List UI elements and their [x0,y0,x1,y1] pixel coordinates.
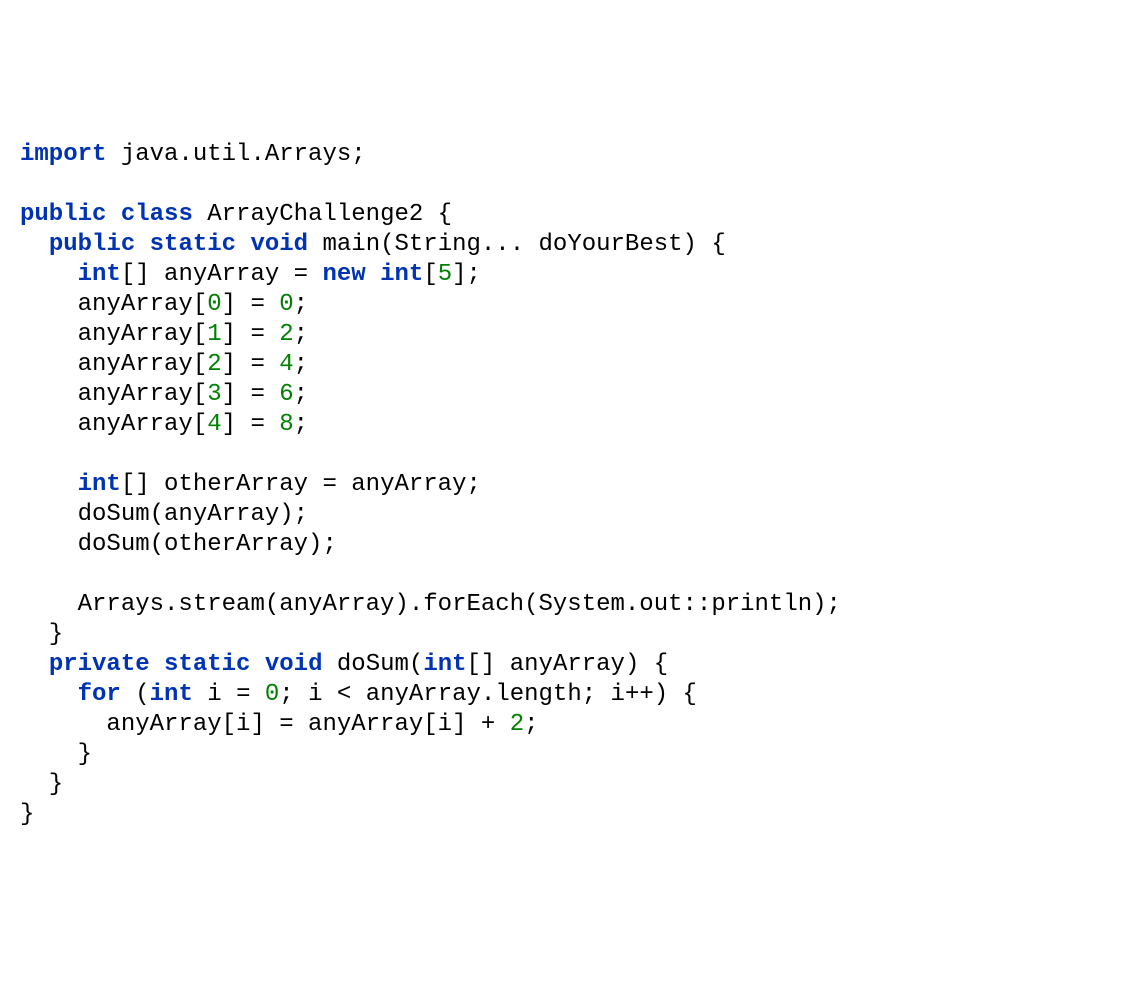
indent [20,471,78,498]
code-text: } [20,621,63,648]
code-text: } [20,801,34,828]
number-literal: 0 [265,681,279,708]
type-int: int [423,651,466,678]
type-int: int [78,261,121,288]
keyword-private: private [49,651,150,678]
indent [20,231,49,258]
keyword-public: public [49,231,135,258]
code-line: anyArray[4] = 8; [20,411,308,438]
number-literal: 2 [207,351,221,378]
code-text: ] = [222,381,280,408]
code-text: } [20,771,63,798]
code-text: ] = [222,411,280,438]
code-text: ArrayChallenge2 { [193,201,452,228]
code-line: anyArray[2] = 4; [20,351,308,378]
number-literal: 6 [279,381,293,408]
keyword-new: new [322,261,365,288]
code-text: ] = [222,291,280,318]
code-text: ; i < anyArray.length; i++) { [279,681,697,708]
code-line: doSum(anyArray); [20,501,308,528]
code-line: for (int i = 0; i < anyArray.length; i++… [20,681,697,708]
code-text: } [20,741,92,768]
keyword-void: void [250,231,308,258]
code-line: int[] otherArray = anyArray; [20,471,481,498]
code-text: ; [524,711,538,738]
code-text: ; [294,291,308,318]
code-text [366,261,380,288]
code-line: } [20,801,34,828]
indent [20,651,49,678]
number-literal: 8 [279,411,293,438]
code-text: anyArray[ [20,351,207,378]
code-line: private static void doSum(int[] anyArray… [20,651,668,678]
keyword-static: static [150,231,236,258]
code-text: doSum(anyArray); [20,501,308,528]
code-line: } [20,771,63,798]
indent [20,261,78,288]
code-line: Arrays.stream(anyArray).forEach(System.o… [20,591,841,618]
code-line: doSum(otherArray); [20,531,337,558]
code-text: anyArray[i] = anyArray[i] + [20,711,510,738]
code-text: ] = [222,321,280,348]
indent [20,681,78,708]
code-text: ; [294,411,308,438]
number-literal: 2 [510,711,524,738]
keyword-class: class [121,201,193,228]
code-line: anyArray[3] = 6; [20,381,308,408]
number-literal: 1 [207,321,221,348]
number-literal: 0 [207,291,221,318]
type-int: int [78,471,121,498]
code-text: [ [423,261,437,288]
code-text: [] otherArray = anyArray; [121,471,481,498]
number-literal: 5 [438,261,452,288]
code-line: anyArray[1] = 2; [20,321,308,348]
keyword-import: import [20,141,106,168]
type-int: int [150,681,193,708]
code-line: public static void main(String... doYour… [20,231,726,258]
type-int: int [380,261,423,288]
code-text: [] anyArray) { [467,651,669,678]
number-literal: 3 [207,381,221,408]
number-literal: 0 [279,291,293,318]
number-literal: 4 [279,351,293,378]
code-text: anyArray[ [20,381,207,408]
code-text: ] = [222,351,280,378]
code-text: anyArray[ [20,411,207,438]
code-text: ; [294,321,308,348]
number-literal: 2 [279,321,293,348]
code-text: doSum(otherArray); [20,531,337,558]
code-line: int[] anyArray = new int[5]; [20,261,481,288]
code-text: doSum( [322,651,423,678]
code-text: ; [294,351,308,378]
number-literal: 4 [207,411,221,438]
keyword-public: public [20,201,106,228]
code-line: anyArray[i] = anyArray[i] + 2; [20,711,539,738]
code-line: anyArray[0] = 0; [20,291,308,318]
code-text: java.util.Arrays; [106,141,365,168]
code-text: anyArray[ [20,321,207,348]
code-text: ]; [452,261,481,288]
code-line: import java.util.Arrays; [20,141,366,168]
keyword-void: void [265,651,323,678]
keyword-static: static [164,651,250,678]
code-text: main(String... doYourBest) { [308,231,726,258]
code-text: [] anyArray = [121,261,323,288]
code-line: } [20,621,63,648]
code-text: ( [121,681,150,708]
code-text: ; [294,381,308,408]
code-line: public class ArrayChallenge2 { [20,201,452,228]
code-block: import java.util.Arrays; public class Ar… [20,140,1126,830]
code-text: i = [193,681,265,708]
keyword-for: for [78,681,121,708]
code-line: } [20,741,92,768]
code-text: Arrays.stream(anyArray).forEach(System.o… [20,591,841,618]
code-text: anyArray[ [20,291,207,318]
